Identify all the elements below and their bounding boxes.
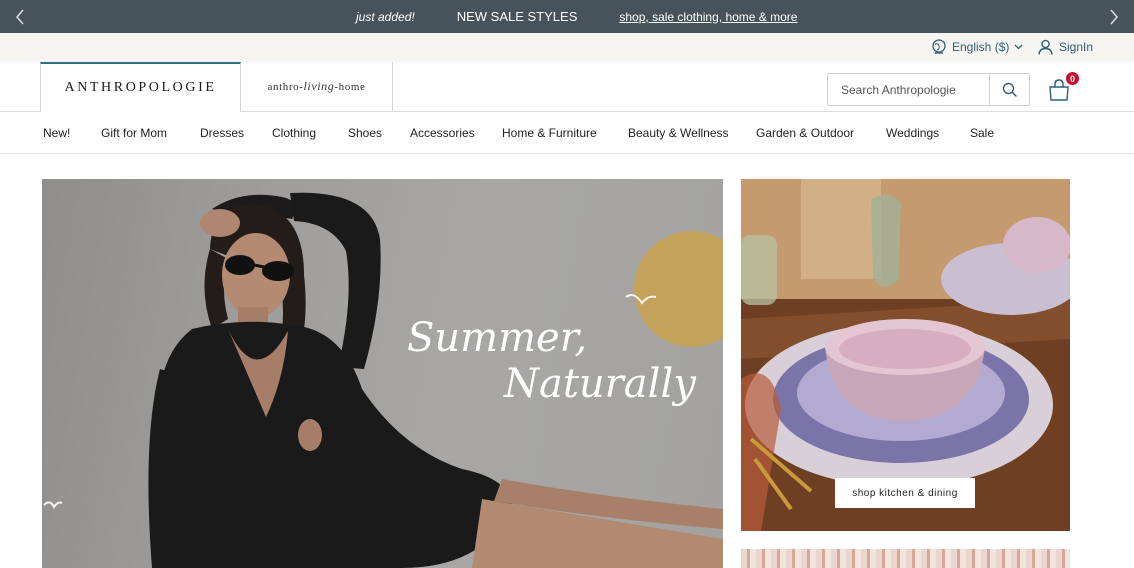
anthroliving-logo-prefix: anthro [267, 81, 300, 93]
anthroliving-logo: anthro-living-home [267, 79, 366, 93]
chevron-left-icon [15, 8, 24, 25]
chevron-down-icon [1014, 44, 1023, 50]
nav-item-accessories[interactable]: Accessories [410, 112, 475, 154]
search-input[interactable] [828, 74, 989, 105]
site-header: ANTHROPOLOGIE anthro-living-home 0 [0, 62, 1134, 112]
brand-tab-anthropologie[interactable]: ANTHROPOLOGIE [40, 62, 241, 112]
brand-tab-anthroliving[interactable]: anthro-living-home [241, 62, 393, 111]
language-selector[interactable]: English ($) [931, 39, 1023, 55]
signin-link[interactable]: SignIn [1038, 39, 1093, 55]
nav-item-home-furniture[interactable]: Home & Furniture [502, 112, 597, 154]
hero-script-line1: Summer, [407, 315, 587, 361]
language-label: English ($) [952, 40, 1010, 54]
promo-headline: NEW SALE STYLES [456, 9, 578, 24]
shop-kitchen-dining-button[interactable]: shop kitchen & dining [835, 478, 975, 508]
promo-message: just added! NEW SALE STYLES shop, sale c… [356, 0, 797, 33]
nav-item-garden-outdoor[interactable]: Garden & Outdoor [756, 112, 854, 154]
search-box [827, 73, 1030, 106]
promo-link[interactable]: shop, sale clothing, home & more [619, 10, 797, 24]
user-icon [1038, 39, 1053, 55]
anthroliving-logo-suffix: home [338, 81, 366, 93]
utility-bar: English ($) SignIn [0, 33, 1134, 62]
search-icon [1002, 82, 1017, 97]
cart-button[interactable]: 0 [1047, 70, 1081, 102]
hero-image: Summer, Naturally [43, 192, 723, 568]
main-nav: New! Gift for Mom Dresses Clothing Shoes… [0, 112, 1134, 154]
anthroliving-logo-script: living [303, 79, 335, 93]
anthropologie-logo: ANTHROPOLOGIE [64, 80, 217, 95]
globe-icon [932, 39, 946, 54]
cart-count-badge: 0 [1064, 70, 1081, 87]
nav-item-new[interactable]: New! [43, 112, 70, 154]
next-promo-tile[interactable] [741, 549, 1070, 568]
promo-next-button[interactable] [1094, 0, 1134, 33]
hero-script-line2: Naturally [503, 361, 697, 407]
nav-item-dresses[interactable]: Dresses [200, 112, 244, 154]
promo-prev-button[interactable] [0, 0, 40, 33]
promo-just-added: just added! [356, 9, 415, 24]
nav-item-gift-for-mom[interactable]: Gift for Mom [101, 112, 167, 154]
nav-item-clothing[interactable]: Clothing [272, 112, 316, 154]
search-button[interactable] [989, 74, 1029, 105]
chevron-right-icon [1110, 8, 1119, 25]
nav-item-beauty-wellness[interactable]: Beauty & Wellness [628, 112, 729, 154]
signin-label: SignIn [1059, 40, 1094, 54]
nav-item-weddings[interactable]: Weddings [886, 112, 939, 154]
nav-item-shoes[interactable]: Shoes [348, 112, 382, 154]
promo-bar: just added! NEW SALE STYLES shop, sale c… [0, 0, 1134, 33]
nav-item-sale[interactable]: Sale [970, 112, 994, 154]
hero-banner[interactable]: Summer, Naturally [42, 179, 723, 568]
